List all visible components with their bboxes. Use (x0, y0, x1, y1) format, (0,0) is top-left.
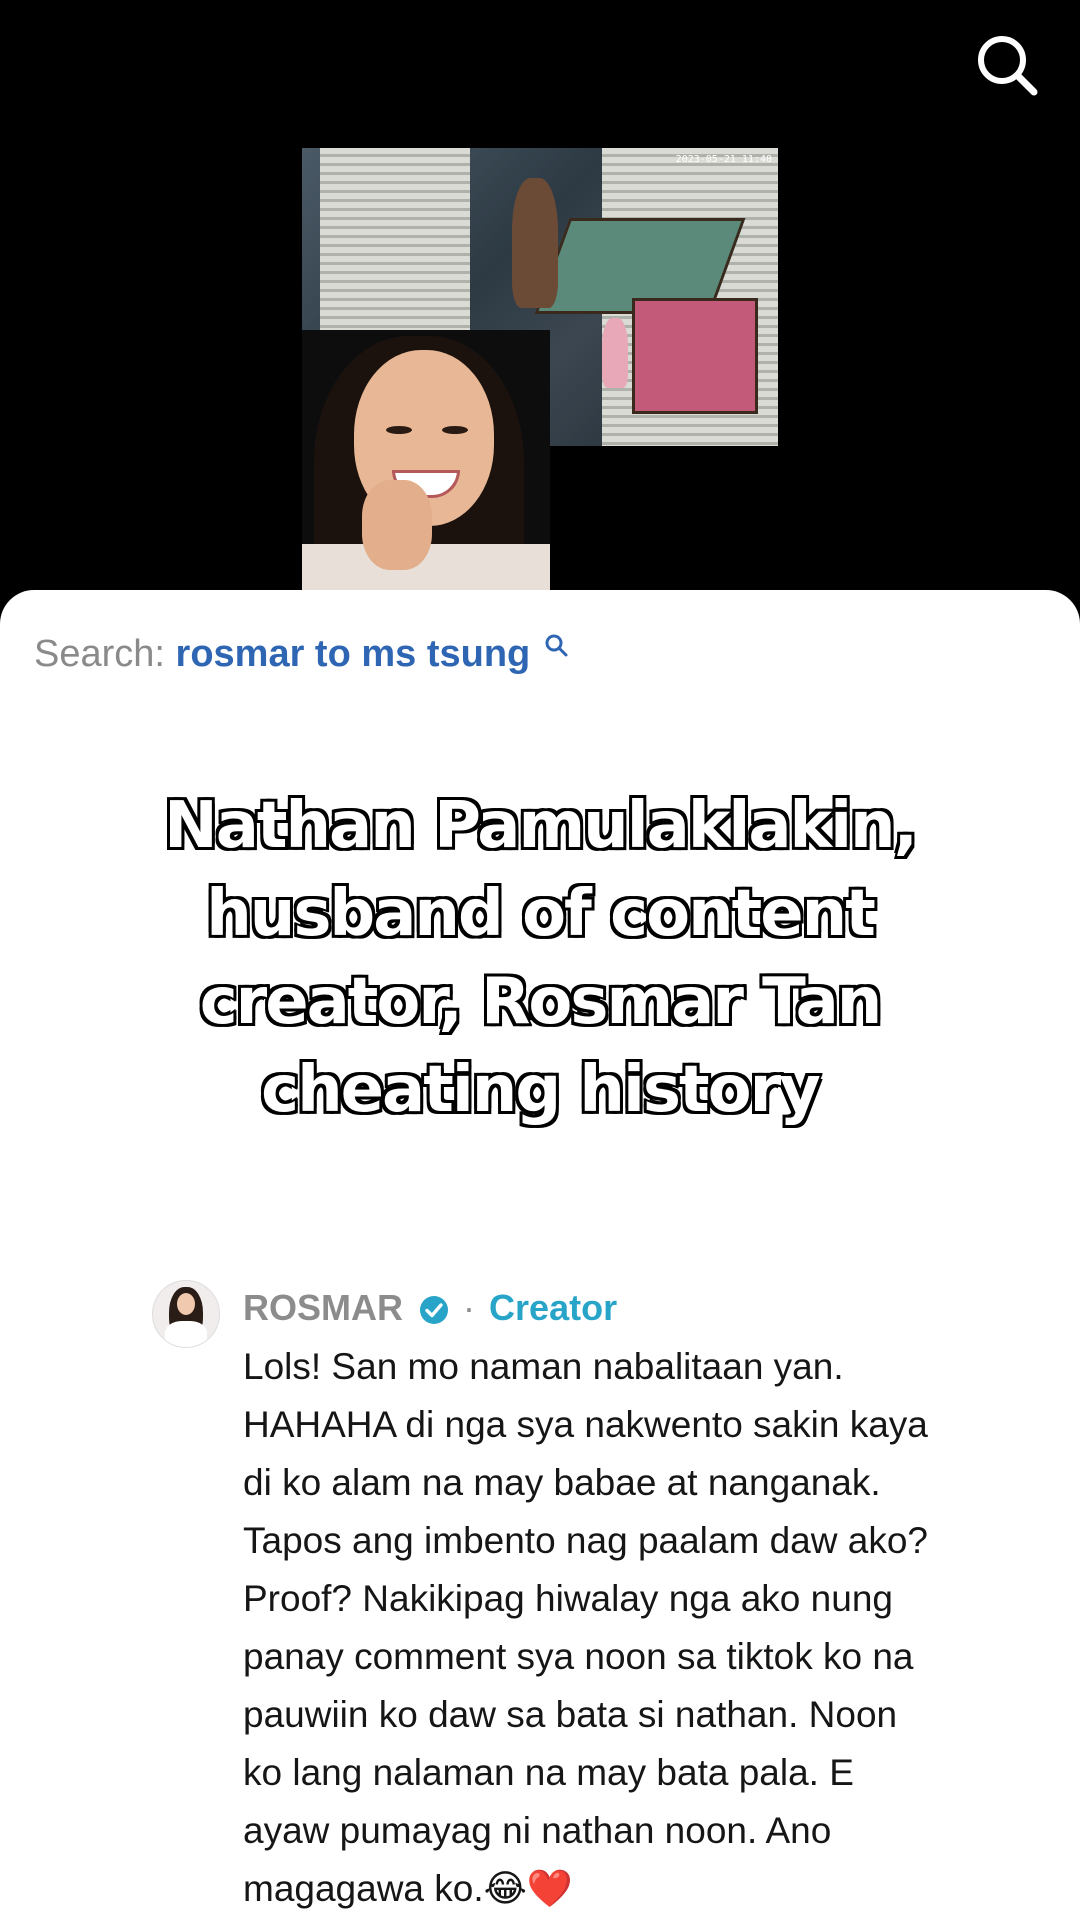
video-timestamp: 2023-05-21 11:40 (675, 154, 772, 165)
caption-line: Nathan Pamulaklakin, (162, 787, 920, 865)
creator-badge: Creator (489, 1287, 618, 1328)
search-icon (545, 634, 568, 657)
comment-line: Proof? Nakikipag hiwalay nga ako nung (243, 1578, 893, 1619)
comment-line: ayaw pumayag ni nathan noon. Ano (243, 1810, 832, 1851)
comment-line: panay comment sya noon sa tiktok ko na (243, 1636, 914, 1677)
search-label: Search: (34, 633, 165, 675)
search-icon (978, 36, 1038, 96)
comment-line: magagawa ko.😂❤️ (243, 1868, 573, 1909)
caption-line: cheating history (259, 1051, 823, 1129)
search-query-link[interactable]: rosmar to ms tsung (176, 633, 531, 675)
creator-face-overlay (302, 330, 550, 590)
avatar-face (177, 1293, 195, 1315)
avatar-body (165, 1321, 207, 1347)
avatar[interactable] (152, 1280, 220, 1348)
comment-line: Lols! San mo naman nabalitaan yan. (243, 1346, 844, 1387)
comment-line: HAHAHA di nga sya nakwento sakin kaya (243, 1404, 928, 1445)
search-suggestion[interactable]: Search: rosmar to ms tsung (34, 632, 569, 676)
caption-line: husband of content (204, 875, 878, 953)
video-caption: Nathan Pamulaklakin, husband of content … (90, 782, 990, 1134)
comment-line: pauwiin ko daw sa bata si nathan. Noon (243, 1694, 898, 1735)
content-card: Search: rosmar to ms tsung Nathan Pamula… (0, 590, 1080, 1920)
comment-text: Lols! San mo naman nabalitaan yan. HAHAH… (243, 1338, 1063, 1918)
caption-line: creator, Rosmar Tan (198, 963, 885, 1041)
comment-line: di ko alam na may babae at nanganak. (243, 1462, 881, 1503)
verified-badge-icon (420, 1296, 449, 1324)
comment-line: Tapos ang imbento nag paalam daw ako? (243, 1520, 928, 1561)
child-figure (602, 318, 628, 388)
crib (632, 298, 758, 414)
top-search-button[interactable] (972, 30, 1042, 100)
comment-author[interactable]: ROSMAR (243, 1287, 403, 1328)
comment-header: ROSMAR · Creator (243, 1286, 617, 1330)
hand (362, 480, 432, 570)
separator: · (463, 1287, 476, 1328)
eye (386, 426, 412, 434)
eye (442, 426, 468, 434)
person-figure (512, 178, 558, 308)
comment-line: ko lang nalaman na may bata pala. E (243, 1752, 854, 1793)
